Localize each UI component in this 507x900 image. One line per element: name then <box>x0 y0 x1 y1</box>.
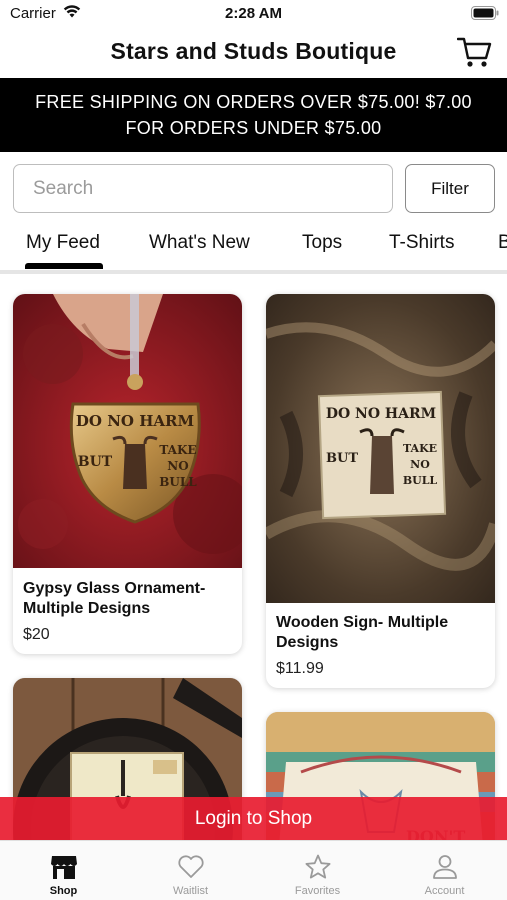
banner-line-1: FREE SHIPPING ON ORDERS OVER $75.00! $7.… <box>35 92 472 112</box>
star-icon <box>305 854 330 879</box>
battery-icon <box>471 6 499 25</box>
tab-account[interactable]: Account <box>381 841 507 900</box>
product-name: Wooden Sign- Multiple Designs <box>276 614 449 651</box>
bottom-tab-bar: Shop Waitlist Favorites Account <box>0 840 507 900</box>
person-icon <box>432 855 457 879</box>
tab-label: Shop <box>49 885 78 897</box>
svg-text:NO: NO <box>410 458 430 471</box>
product-card[interactable]: DO NO HARM BUT TAKE NO BULL Wooden Sign-… <box>266 294 495 688</box>
svg-text:BUT: BUT <box>78 454 113 470</box>
tab-waitlist[interactable]: Waitlist <box>127 841 254 900</box>
tab-label: Account <box>424 885 465 897</box>
svg-text:BULL: BULL <box>403 474 438 487</box>
search-box <box>13 164 393 213</box>
shop-icon <box>50 856 77 879</box>
tab-favorites[interactable]: Favorites <box>254 841 381 900</box>
status-time: 2:28 AM <box>225 5 282 22</box>
tab-label: Waitlist <box>172 885 209 897</box>
svg-text:BULL: BULL <box>159 475 197 489</box>
svg-text:BUT: BUT <box>326 451 358 466</box>
tab-my-feed[interactable]: My Feed <box>26 232 100 254</box>
tab-t-shirts[interactable]: T-Shirts <box>389 232 454 254</box>
tab-partial[interactable]: B <box>498 232 507 254</box>
cart-icon <box>456 37 492 67</box>
tab-whats-new[interactable]: What's New <box>149 232 250 254</box>
product-price: $11.99 <box>276 660 324 677</box>
search-row: Filter <box>0 164 507 214</box>
svg-text:NO: NO <box>167 459 188 473</box>
tab-tops[interactable]: Tops <box>302 232 342 254</box>
tabs-divider <box>0 270 507 274</box>
product-price: $20 <box>23 626 50 643</box>
heart-icon <box>177 855 204 878</box>
product-image: DO NO HARM BUT TAKE NO BULL <box>266 294 495 603</box>
cart-button[interactable] <box>456 35 493 69</box>
svg-text:DO NO HARM: DO NO HARM <box>76 412 194 430</box>
category-tabs: My Feed What's New Tops T-Shirts B <box>0 224 507 274</box>
product-image: DO NO HARM BUT TAKE NO BULL <box>13 294 242 568</box>
shipping-banner: FREE SHIPPING ON ORDERS OVER $75.00! $7.… <box>0 78 507 152</box>
nav-bar: Stars and Studs Boutique <box>0 28 507 78</box>
svg-text:TAKE: TAKE <box>159 443 196 457</box>
tab-shop[interactable]: Shop <box>0 841 127 900</box>
banner-line-2: FOR ORDERS UNDER $75.00 <box>125 118 382 138</box>
search-input[interactable] <box>14 165 392 212</box>
svg-text:TAKE: TAKE <box>403 442 437 455</box>
product-card[interactable]: DO NO HARM BUT TAKE NO BULL Gypsy Glass … <box>13 294 242 654</box>
filter-button[interactable]: Filter <box>405 164 495 213</box>
active-tab-indicator <box>25 263 103 269</box>
tab-label: Favorites <box>294 885 341 897</box>
svg-text:DO NO HARM: DO NO HARM <box>326 406 436 422</box>
product-name: Gypsy Glass Ornament- Multiple Designs <box>23 580 206 617</box>
store-title: Stars and Studs Boutique <box>110 38 397 64</box>
login-to-shop-button[interactable]: Login to Shop <box>0 797 507 840</box>
status-bar: Carrier 2:28 AM <box>0 0 507 28</box>
